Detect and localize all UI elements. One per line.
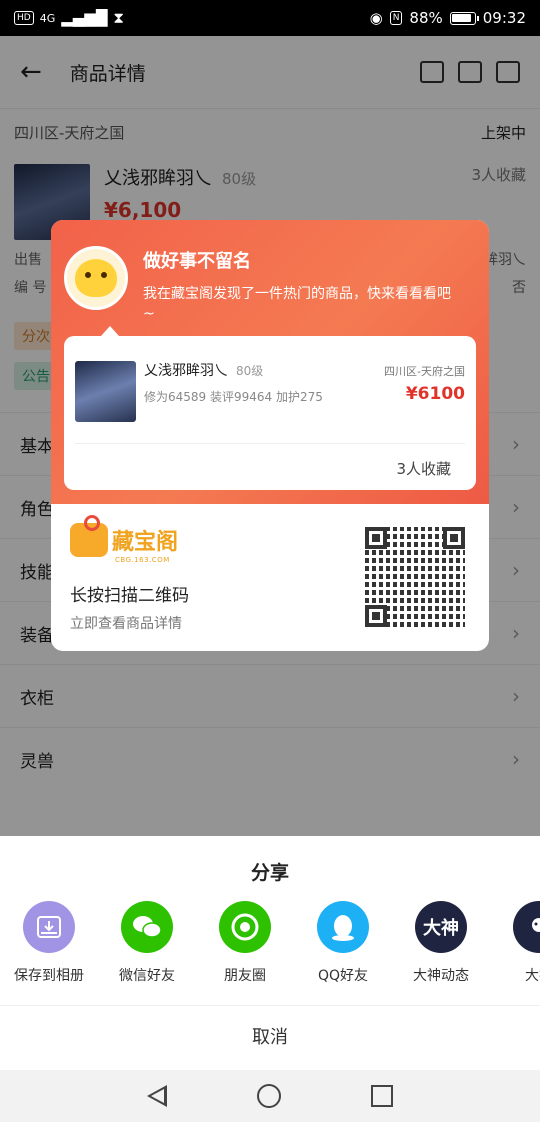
- item-name: 乂浅邪眸羽乀: [144, 363, 228, 379]
- share-target-label: 朋友圈: [224, 968, 266, 984]
- nav-home-icon[interactable]: [257, 1084, 281, 1108]
- item-stats: 修为64589 装评99464 加护275: [144, 390, 323, 404]
- share-wechat-friend[interactable]: 微信好友: [98, 901, 196, 985]
- scan-instruction: 长按扫描二维码: [70, 586, 189, 606]
- hd-icon: HD: [14, 11, 34, 25]
- system-nav-bar: [0, 1070, 540, 1122]
- status-bar: HD 4G ▂▄▆█ ⧗ ◉ N 88% 09:32: [0, 0, 540, 36]
- clock: 09:32: [482, 9, 526, 27]
- nav-recents-icon[interactable]: [371, 1085, 393, 1107]
- share-item-card: 乂浅邪眸羽乀 80级 四川区-天府之国 修为64589 装评99464 加护275…: [64, 336, 476, 490]
- item-level: 80级: [236, 364, 264, 378]
- nfc-icon: N: [389, 11, 403, 25]
- dashen-friend-icon: [513, 901, 540, 953]
- share-card-headline: 做好事不留名: [143, 251, 251, 272]
- gift-icon: [70, 515, 108, 557]
- cangbaoge-logo: 藏宝阁: [70, 515, 179, 557]
- moments-icon: [219, 901, 271, 953]
- share-qq-friend[interactable]: QQ好友: [294, 901, 392, 985]
- share-dashen-friend[interactable]: 大神: [490, 901, 540, 985]
- share-card: 做好事不留名 我在藏宝阁发现了一件热门的商品，快来看看看吧~ 乂浅邪眸羽乀 80级…: [51, 220, 489, 651]
- item-region: 四川区-天府之国: [384, 365, 465, 378]
- wechat-icon: [121, 901, 173, 953]
- item-thumbnail: [75, 361, 136, 422]
- speech-bubble-tip: [101, 326, 119, 336]
- hourglass-icon: ⧗: [113, 9, 124, 27]
- share-moments[interactable]: 朋友圈: [196, 901, 294, 985]
- share-target-label: QQ好友: [317, 968, 369, 984]
- share-target-label: 保存到相册: [14, 968, 84, 984]
- eye-icon: ◉: [369, 9, 383, 27]
- mascot-avatar-icon: [64, 246, 128, 310]
- nav-back-icon[interactable]: [147, 1085, 167, 1107]
- divider: [75, 443, 465, 444]
- qq-icon: [317, 901, 369, 953]
- signal-icon: 4G: [39, 11, 56, 25]
- scan-subtext: 立即查看商品详情: [70, 616, 182, 632]
- share-sheet-title: 分享: [250, 862, 289, 884]
- share-target-label: 大神: [525, 968, 540, 984]
- signal-bars-icon: ▂▄▆█: [61, 9, 108, 27]
- dashen-icon: 大神: [415, 901, 467, 953]
- qr-code[interactable]: [365, 527, 465, 627]
- save-album-icon: [23, 901, 75, 953]
- brand-url: CBG.163.COM: [115, 556, 170, 564]
- share-card-message: 我在藏宝阁发现了一件热门的商品，快来看看看吧~: [143, 286, 451, 322]
- share-target-label: 微信好友: [119, 968, 175, 984]
- share-targets: 保存到相册 微信好友 朋友圈 QQ好友 大神 大神动态 大: [0, 901, 540, 1011]
- item-price: ¥6100: [405, 384, 465, 404]
- cancel-button[interactable]: 取消: [0, 1006, 540, 1070]
- battery-icon: [449, 11, 479, 25]
- share-dashen-feed[interactable]: 大神 大神动态: [392, 901, 490, 985]
- dashen-icon-text: 大神: [423, 918, 459, 939]
- brand-name: 藏宝阁: [112, 530, 179, 555]
- battery-percent: 88%: [409, 9, 443, 27]
- share-target-label: 大神动态: [413, 968, 469, 984]
- share-sheet: 分享 保存到相册 微信好友 朋友圈 QQ好友 大神 大神动态 大 取消: [0, 836, 540, 1070]
- share-save-album[interactable]: 保存到相册: [0, 901, 98, 985]
- item-favorites: 3人收藏: [396, 460, 451, 478]
